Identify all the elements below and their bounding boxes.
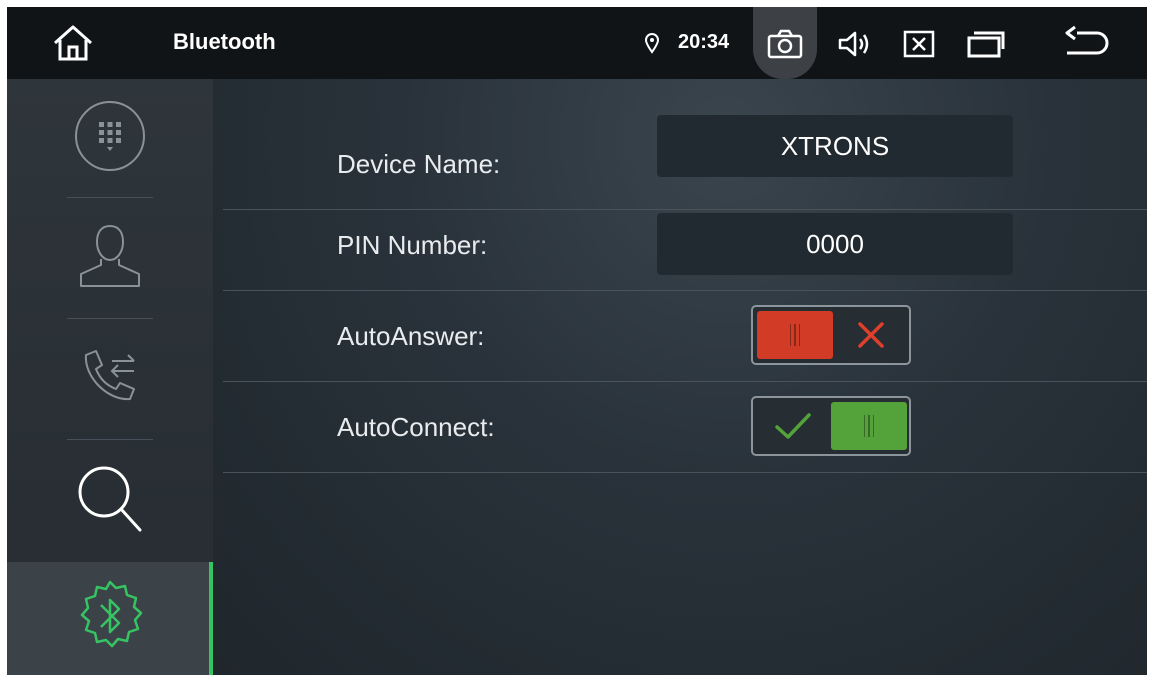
toggle-knob	[831, 402, 907, 450]
back-icon[interactable]	[1059, 23, 1115, 63]
sidebar-item-inner	[7, 562, 213, 675]
pin-number-field[interactable]: 0000	[657, 213, 1013, 275]
camera-icon	[763, 25, 807, 63]
dialpad-icon	[72, 98, 148, 179]
sidebar	[7, 79, 213, 675]
pin-number-label: PIN Number:	[337, 230, 488, 260]
sidebar-item-dialpad[interactable]	[7, 79, 213, 197]
sidebar-item-contacts[interactable]	[7, 198, 213, 318]
device-name-row: Device Name: XTRONS	[223, 115, 1147, 210]
app-title: Bluetooth	[173, 29, 276, 54]
status-bar: Bluetooth 20:34	[7, 7, 1147, 79]
auto-answer-row: AutoAnswer:	[223, 291, 1147, 382]
auto-answer-toggle[interactable]	[751, 305, 911, 365]
bluetooth-settings-icon	[70, 576, 150, 661]
cross-icon	[841, 315, 901, 355]
search-icon	[70, 458, 150, 543]
device-name-field[interactable]: XTRONS	[657, 115, 1013, 177]
pin-number-row: PIN Number: 0000	[223, 200, 1147, 291]
device-name-label: Device Name:	[337, 149, 501, 179]
sidebar-item-bluetooth-settings[interactable]	[7, 562, 213, 675]
sidebar-item-search[interactable]	[7, 440, 213, 560]
auto-connect-toggle[interactable]	[751, 396, 911, 456]
location-icon	[641, 31, 663, 55]
toggle-knob	[757, 311, 833, 359]
window-icon[interactable]	[962, 25, 1010, 63]
auto-answer-label: AutoAnswer:	[337, 321, 485, 351]
head-unit-screen: Bluetooth 20:34 Device Name: XTRONS PIN …	[7, 7, 1147, 675]
check-icon	[763, 406, 823, 446]
home-icon[interactable]	[47, 23, 99, 63]
clock: 20:34	[678, 31, 730, 53]
auto-connect-row: AutoConnect:	[223, 382, 1147, 473]
contacts-icon	[75, 220, 145, 297]
close-box-icon[interactable]	[897, 25, 941, 63]
bluetooth-settings-panel: Device Name: XTRONS PIN Number: 0000 Aut…	[213, 79, 1147, 675]
auto-connect-label: AutoConnect:	[337, 412, 495, 442]
screenshot-button[interactable]	[753, 7, 817, 79]
sidebar-item-call-log[interactable]	[7, 319, 213, 439]
call-log-icon	[74, 341, 146, 418]
volume-icon[interactable]	[833, 25, 877, 63]
